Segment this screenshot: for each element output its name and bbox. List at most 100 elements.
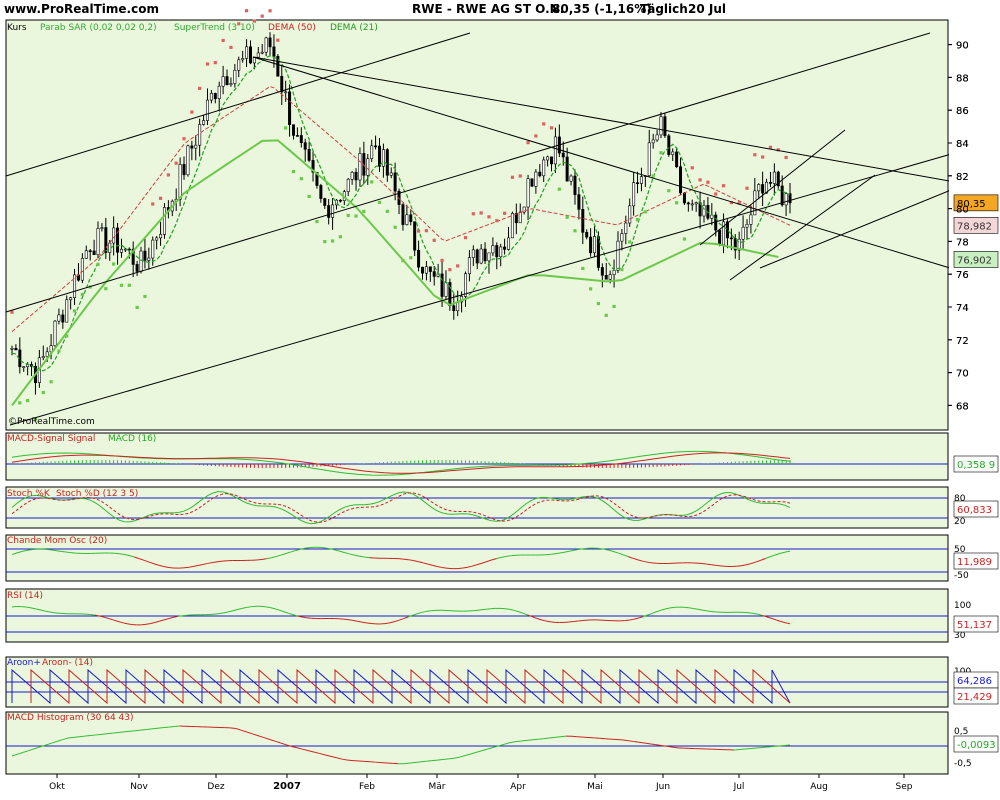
rsi-segment xyxy=(426,610,431,612)
price-candle xyxy=(483,248,487,262)
cmo-segment xyxy=(46,548,52,551)
price-candle xyxy=(288,91,292,125)
macdh-segment xyxy=(515,740,522,743)
cmo-segment xyxy=(217,560,223,563)
price-candle xyxy=(464,273,468,297)
macdh-segment xyxy=(560,735,567,738)
date-label: 20 Jul xyxy=(688,2,726,16)
macdh-segment xyxy=(767,746,774,748)
period-label[interactable]: Täglich xyxy=(640,2,688,16)
price-candle xyxy=(96,228,100,255)
price-candle xyxy=(119,248,123,253)
price-candle xyxy=(569,175,573,182)
y-tick-label: 90 xyxy=(956,41,969,52)
instrument-title: RWE - RWE AG ST O.N. xyxy=(412,2,564,16)
macdh-segment xyxy=(146,728,152,730)
sar-dot xyxy=(80,292,84,297)
price-candle xyxy=(440,273,444,297)
sar-dot xyxy=(362,209,366,213)
price-candle xyxy=(729,237,733,240)
rsi-segment xyxy=(573,620,579,622)
panel-stoch xyxy=(5,486,949,529)
price-candle xyxy=(69,297,73,301)
x-tick-label: Okt xyxy=(49,782,65,792)
macdh-segment xyxy=(622,739,628,742)
price-candle xyxy=(139,250,143,272)
y-tick-label: 78 xyxy=(956,237,969,248)
sar-dot xyxy=(190,110,194,114)
macdh-segment xyxy=(95,733,102,736)
macdh-segment xyxy=(448,757,455,760)
sar-dot xyxy=(291,169,296,174)
cmo-segment xyxy=(403,558,409,561)
macdh-segment xyxy=(414,761,421,763)
price-candle xyxy=(57,314,61,322)
price-candle xyxy=(80,258,84,281)
rsi-segment xyxy=(214,613,220,615)
sar-dot xyxy=(534,134,538,138)
rsi-segment xyxy=(53,612,59,614)
cmo-segment xyxy=(579,548,585,550)
price-candle xyxy=(354,171,358,181)
sar-dot xyxy=(229,45,233,50)
legend-aroon-down: Aroon- (14) xyxy=(42,658,93,668)
price-candle xyxy=(190,145,194,149)
price-candle xyxy=(507,237,511,250)
macdh-segment xyxy=(431,759,438,762)
sar-dot xyxy=(151,202,155,206)
price-candle xyxy=(45,351,49,357)
sar-dot xyxy=(276,38,280,42)
macdh-axis-top: 0,5 xyxy=(954,727,968,737)
macdh-segment xyxy=(773,745,779,748)
legend-dema21: DEMA (21) xyxy=(330,23,378,33)
price-candle xyxy=(159,234,163,239)
price-candle xyxy=(593,236,597,254)
macdh-axis-bottom: -0,5 xyxy=(954,759,972,769)
x-tick-label: Jun xyxy=(655,782,670,792)
price-candle xyxy=(761,184,765,194)
price-candle xyxy=(636,182,640,184)
sar-dot xyxy=(487,215,491,219)
price-candle xyxy=(112,227,116,244)
price-candle xyxy=(550,156,554,165)
price-candle xyxy=(417,249,421,268)
price-candle xyxy=(686,202,690,205)
legend-stoch-k: Stoch %K xyxy=(7,489,51,499)
sar-dot xyxy=(526,141,530,145)
sar-dot xyxy=(182,137,186,141)
price-candle xyxy=(479,248,483,264)
sar-dot xyxy=(698,178,702,182)
price-candle xyxy=(346,179,350,193)
site-name[interactable]: www.ProRealTime.com xyxy=(4,2,159,16)
sar-dot xyxy=(471,212,475,216)
price-candle xyxy=(409,214,413,222)
price-candle xyxy=(413,221,417,251)
price-candle xyxy=(542,159,546,177)
price-candle xyxy=(202,120,206,125)
legend-stoch-d: Stoch %D (12 3 5) xyxy=(56,489,138,499)
price-candle xyxy=(280,75,284,93)
macdh-segment xyxy=(538,738,544,740)
sar-dot xyxy=(753,153,757,157)
macdh-segment xyxy=(784,744,791,747)
price-candle xyxy=(585,232,589,238)
sar-dot xyxy=(41,390,45,395)
x-tick-label: Sep xyxy=(896,782,913,792)
price-candle xyxy=(41,356,45,359)
legend-kurs: Kurs xyxy=(7,23,27,33)
legend-supertrend: SuperTrend (3 10) xyxy=(174,23,255,33)
sar-dot xyxy=(370,180,374,184)
sar-dot xyxy=(18,401,22,405)
x-tick-label: Dez xyxy=(207,782,224,792)
cmo-segment xyxy=(364,556,370,559)
price-candle xyxy=(475,249,479,264)
sar-dot xyxy=(440,258,444,263)
cmo-segment xyxy=(648,561,654,564)
macdh-segment xyxy=(129,730,136,732)
price-candle xyxy=(432,271,436,277)
price-candle xyxy=(577,194,581,210)
price-candle xyxy=(530,178,534,187)
sar-dot xyxy=(581,266,585,271)
sar-dot xyxy=(299,177,303,181)
price-candle xyxy=(612,270,616,275)
